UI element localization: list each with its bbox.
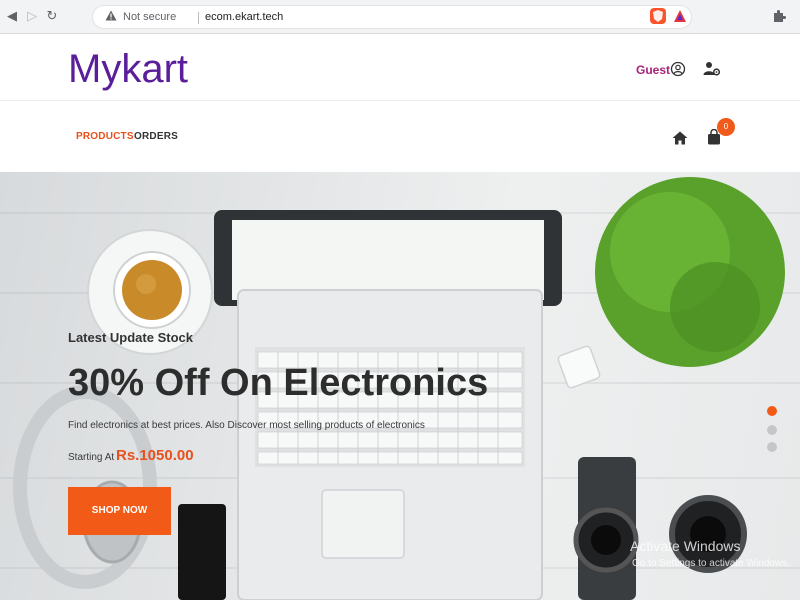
forward-icon[interactable]: ▷: [24, 9, 40, 25]
cart-count-badge: 0: [717, 118, 735, 136]
user-settings-icon[interactable]: [703, 60, 721, 78]
slide-dot-3[interactable]: [767, 442, 777, 452]
extensions-icon[interactable]: [772, 8, 788, 24]
slide-dot-1[interactable]: [767, 406, 777, 416]
security-label: Not secure: [123, 11, 177, 23]
site-header: Mykart Guest: [0, 35, 800, 101]
home-icon[interactable]: [672, 130, 688, 145]
activate-windows-subtitle: Go to Settings to activate Windows.: [632, 558, 790, 569]
main-nav: PRODUCTS ORDERS 0: [0, 102, 800, 172]
browser-toolbar: ◀ ▷ ↻ Not secure ecom.ekart.tech: [0, 0, 800, 34]
shop-now-button[interactable]: SHOP NOW: [68, 487, 171, 535]
brand-logo[interactable]: Mykart: [68, 47, 188, 92]
slide-dot-2[interactable]: [767, 425, 777, 435]
activate-windows-title: Activate Windows: [630, 538, 741, 554]
url-text[interactable]: ecom.ekart.tech: [205, 11, 283, 23]
hero-price: Rs.1050.00: [116, 447, 194, 464]
address-bar[interactable]: Not secure ecom.ekart.tech: [92, 5, 692, 29]
hero-subtitle: Latest Update Stock: [68, 330, 193, 345]
brave-shield-icon[interactable]: [650, 8, 666, 24]
back-icon[interactable]: ◀: [4, 9, 20, 25]
warning-icon[interactable]: [105, 10, 117, 24]
nav-orders-link[interactable]: ORDERS: [134, 131, 178, 142]
nav-products-link[interactable]: PRODUCTS: [76, 131, 134, 142]
hero-title: 30% Off On Electronics: [68, 362, 489, 404]
guest-link[interactable]: Guest: [636, 63, 670, 77]
user-icon[interactable]: [670, 61, 686, 77]
hero-description: Find electronics at best prices. Also Di…: [68, 420, 425, 431]
reload-icon[interactable]: ↻: [44, 9, 60, 25]
hero-banner: Latest Update Stock 30% Off On Electroni…: [0, 172, 800, 600]
brave-rewards-icon[interactable]: [672, 8, 688, 24]
starting-at-label: Starting At: [68, 452, 115, 463]
url-divider: [198, 12, 199, 24]
